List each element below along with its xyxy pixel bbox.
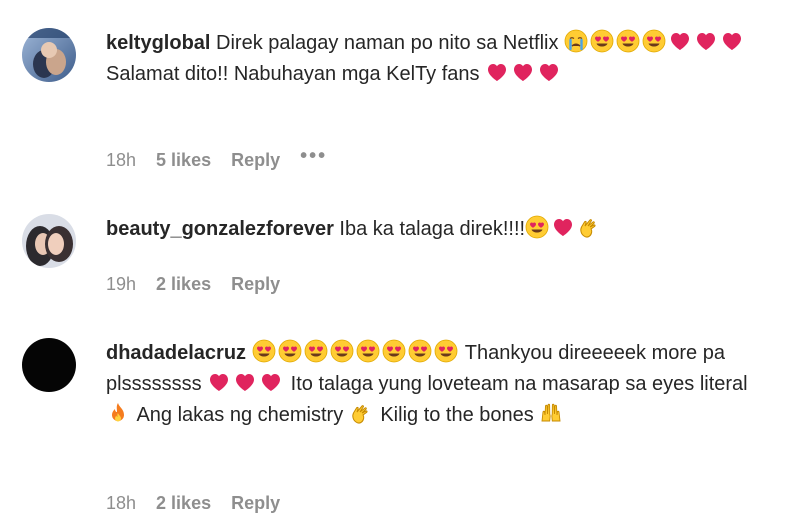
heart-eyes-icon: [408, 339, 432, 363]
comment-text-segment: Direk palagay naman po nito sa Netflix: [216, 32, 565, 54]
heart-eyes-icon: [616, 29, 640, 53]
comment-text-segment: Salamat dito!! Nabuhayan mga KelTy fans: [106, 63, 486, 85]
heart-eyes-icon: [304, 339, 328, 363]
comment-text-segment: Ang lakas ng chemistry: [132, 404, 349, 426]
likes-count[interactable]: 2 likes: [156, 274, 211, 295]
reply-button[interactable]: Reply: [231, 150, 280, 171]
comment-timestamp[interactable]: 19h: [106, 274, 136, 295]
reply-button[interactable]: Reply: [231, 493, 280, 514]
red-heart-icon: [233, 370, 257, 394]
comment-username[interactable]: keltyglobal: [106, 32, 210, 54]
heart-eyes-icon: [278, 339, 302, 363]
comment-text: Iba ka talaga direk!!!!: [339, 215, 603, 240]
comment-username[interactable]: beauty_gonzalezforever: [106, 218, 334, 240]
comment-username[interactable]: dhadadelacruz: [106, 342, 246, 364]
red-heart-icon: [485, 60, 509, 84]
likes-count[interactable]: 2 likes: [156, 493, 211, 514]
comment-text-segment: Iba ka talaga direk!!!!: [339, 218, 526, 240]
heart-eyes-icon: [356, 339, 380, 363]
heart-eyes-icon: [642, 29, 666, 53]
raising-hands-icon: [539, 401, 563, 425]
likes-count[interactable]: 5 likes: [156, 150, 211, 171]
comment-body: keltyglobal Direk palagay naman po nito …: [106, 28, 776, 90]
comment-text-segment: Ito talaga yung loveteam na masarap sa e…: [285, 373, 748, 395]
heart-eyes-icon: [434, 339, 458, 363]
heart-eyes-icon: [330, 339, 354, 363]
heart-eyes-icon: [252, 339, 276, 363]
comment-timestamp[interactable]: 18h: [106, 150, 136, 171]
comment-timestamp[interactable]: 18h: [106, 493, 136, 514]
comment-text-segment: Kilig to the bones: [374, 404, 540, 426]
avatar[interactable]: [22, 28, 76, 82]
crying-face-icon: [564, 29, 588, 53]
red-heart-icon: [511, 60, 535, 84]
red-heart-icon: [720, 29, 744, 53]
more-options-icon[interactable]: •••: [300, 145, 327, 168]
reply-button[interactable]: Reply: [231, 274, 280, 295]
comment-meta: 18h 5 likes Reply •••: [106, 145, 347, 171]
heart-eyes-icon: [525, 215, 549, 239]
red-heart-icon: [551, 215, 575, 239]
comment-body: beauty_gonzalezforever Iba ka talaga dir…: [106, 214, 776, 245]
heart-eyes-icon: [382, 339, 406, 363]
comment-meta: 19h 2 likes Reply: [106, 274, 300, 295]
red-heart-icon: [694, 29, 718, 53]
fire-icon: [106, 401, 130, 425]
heart-eyes-icon: [590, 29, 614, 53]
avatar[interactable]: [22, 338, 76, 392]
red-heart-icon: [537, 60, 561, 84]
red-heart-icon: [259, 370, 283, 394]
clapping-hands-icon: [349, 401, 373, 425]
comment-meta: 18h 2 likes Reply: [106, 493, 300, 514]
red-heart-icon: [668, 29, 692, 53]
red-heart-icon: [207, 370, 231, 394]
comment-body: dhadadelacruz Thankyou direeeeek more pa…: [106, 338, 776, 431]
clapping-hands-icon: [577, 215, 601, 239]
avatar[interactable]: [22, 214, 76, 268]
